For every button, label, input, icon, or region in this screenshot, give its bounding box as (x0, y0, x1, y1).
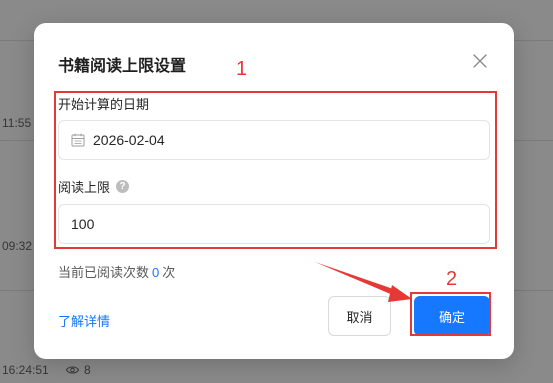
annotation-arrow (315, 262, 412, 302)
